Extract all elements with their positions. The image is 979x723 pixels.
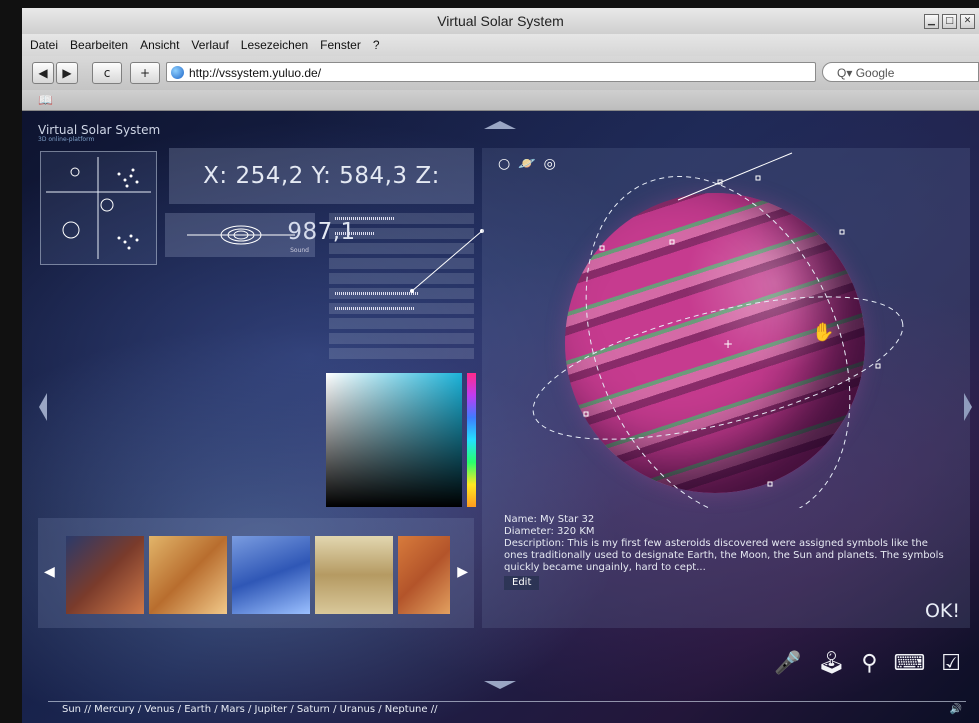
eq-bar[interactable]	[329, 348, 474, 359]
coordinates-readout: X: 254,2 Y: 584,3 Z: 987,1	[169, 148, 474, 245]
scroll-left-arrow[interactable]	[39, 393, 47, 421]
menu-datei[interactable]: Datei	[30, 38, 58, 52]
tool-icons: 🎤 🕹 ⚲ ⌨ ☑	[774, 651, 961, 676]
app-logo-subtitle: 3D online-platform	[38, 136, 95, 143]
connector-line	[410, 229, 484, 293]
app-logo-title: Virtual Solar System	[38, 123, 161, 137]
menu-fenster[interactable]: Fenster	[320, 38, 361, 52]
scroll-up-arrow[interactable]	[484, 121, 516, 129]
carousel-prev-arrow[interactable]: ◀	[44, 564, 55, 580]
close-button[interactable]: ✕	[960, 14, 975, 29]
bookmark-bar: 📖	[22, 90, 979, 111]
menu-bar: Datei Bearbeiten Ansicht Verlauf Lesezei…	[22, 34, 979, 56]
thumbnail-image[interactable]	[66, 536, 144, 614]
planet-detail-panel: ○ 🪐 ◎ ✋ + Name: My Star 32 Diameter: 320…	[482, 148, 970, 628]
carousel-next-arrow[interactable]: ▶	[457, 564, 468, 580]
menu-bearbeiten[interactable]: Bearbeiten	[70, 38, 128, 52]
solar-system-page: Virtual Solar System 3D online-platform	[22, 111, 979, 723]
menu-help[interactable]: ?	[373, 38, 380, 52]
image-carousel: ◀ ▶	[38, 518, 474, 628]
thumbnail-image[interactable]	[149, 536, 227, 614]
eq-bar[interactable]	[329, 333, 474, 344]
window-controls: ▁ □ ✕	[924, 14, 975, 29]
planet-breadcrumb[interactable]: Sun // Mercury / Venus / Earth / Mars / …	[62, 704, 437, 715]
color-picker[interactable]	[326, 373, 476, 509]
scroll-down-arrow[interactable]	[484, 681, 516, 689]
add-bookmark-button[interactable]: +	[130, 62, 160, 84]
microphone-icon[interactable]: 🎤	[774, 651, 801, 676]
back-button[interactable]: ◀	[32, 62, 54, 84]
hue-slider[interactable]	[467, 373, 476, 507]
search-field[interactable]: Q▾ Google	[822, 62, 979, 82]
menu-lesezeichen[interactable]: Lesezeichen	[241, 38, 308, 52]
maximize-button[interactable]: □	[942, 14, 957, 29]
browser-window: Virtual Solar System ▁ □ ✕ Datei Bearbei…	[22, 8, 979, 723]
arrow-keys-icon[interactable]: ⌨	[894, 651, 926, 676]
edit-button[interactable]: Edit	[504, 576, 540, 590]
globe-icon	[171, 66, 184, 79]
person-marker-icon[interactable]: ⚲	[861, 651, 877, 676]
planet-description: Description: This is my first few astero…	[504, 538, 944, 573]
planet-name: Name: My Star 32	[504, 514, 595, 525]
joystick-icon[interactable]: 🕹	[817, 651, 845, 676]
ok-button[interactable]: OK!	[925, 600, 960, 622]
menu-verlauf[interactable]: Verlauf	[191, 38, 228, 52]
minimap-graphic	[46, 157, 151, 259]
book-icon[interactable]: 📖	[38, 93, 53, 107]
sound-visualizer[interactable]: Sound	[165, 213, 315, 257]
planet-diameter: Diameter: 320 KM	[504, 526, 595, 537]
navigation-toolbar: ◀ ▶ c + http://vssystem.yuluo.de/ Q▾ Goo…	[22, 56, 979, 90]
title-bar: Virtual Solar System ▁ □ ✕	[22, 8, 979, 35]
reload-button[interactable]: c	[92, 62, 122, 84]
orbit-overlay: ✋ +	[532, 152, 904, 508]
sound-label: Sound	[290, 247, 309, 254]
minimize-button[interactable]: ▁	[924, 14, 939, 29]
svg-text:+: +	[723, 337, 733, 351]
menu-ansicht[interactable]: Ansicht	[140, 38, 179, 52]
color-saturation-square[interactable]	[326, 373, 462, 507]
checkbox-icon[interactable]: ☑	[941, 651, 961, 676]
thumbnail-image[interactable]	[315, 536, 393, 614]
eq-bar[interactable]	[329, 303, 474, 314]
window-title: Virtual Solar System	[437, 13, 564, 29]
solar-minimap[interactable]	[40, 151, 157, 265]
eq-bar[interactable]	[329, 318, 474, 329]
address-bar[interactable]: http://vssystem.yuluo.de/	[166, 62, 816, 82]
volume-icon[interactable]: 🔊	[950, 702, 962, 718]
thumbnail-image[interactable]	[398, 536, 450, 614]
planet-navigation-bar: Sun // Mercury / Venus / Earth / Mars / …	[48, 701, 966, 717]
address-text: http://vssystem.yuluo.de/	[189, 66, 322, 80]
thumbnail-image[interactable]	[232, 536, 310, 614]
hand-cursor-icon: ✋	[812, 321, 834, 343]
planet-info: Name: My Star 32 Diameter: 320 KM Descri…	[504, 514, 954, 590]
forward-button[interactable]: ▶	[56, 62, 78, 84]
